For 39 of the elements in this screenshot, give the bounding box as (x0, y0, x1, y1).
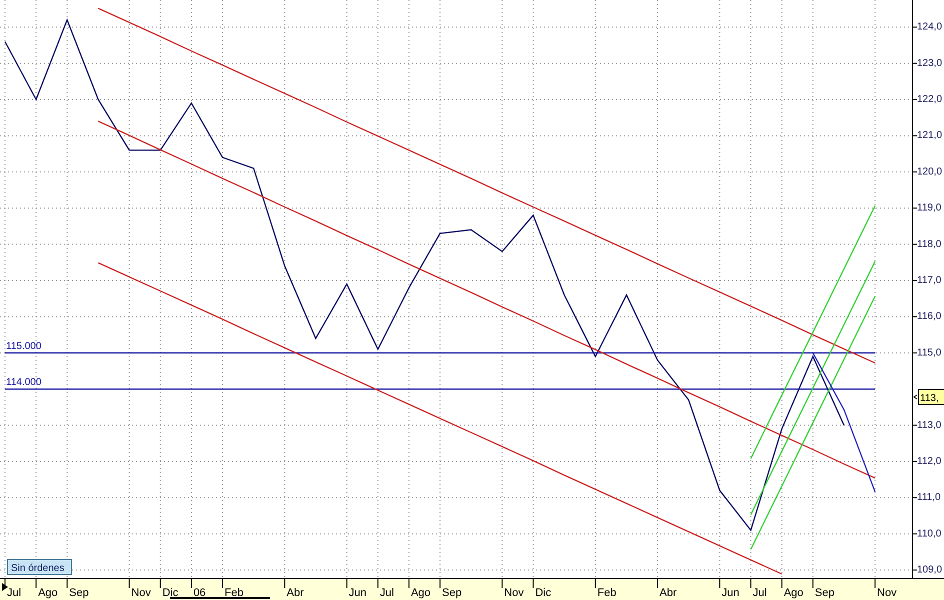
axis-label: Dic (162, 587, 178, 599)
level-label: 114.000 (6, 377, 42, 388)
axis-label: 116,0 (917, 311, 942, 322)
axis-label: Jul (380, 587, 394, 599)
axis-label: 110,0 (917, 528, 942, 540)
axis-label: 109,0 (917, 564, 942, 576)
axis-label: Feb (224, 587, 244, 599)
axis-label: 123,0 (917, 58, 942, 69)
axis-label: Jun (348, 587, 367, 599)
axis-label: Abr (286, 587, 304, 599)
axis-label: 122,0 (917, 94, 942, 106)
axis-label: Sep (69, 587, 89, 599)
axis-label: 120,0 (917, 166, 942, 178)
axis-label: 115,0 (917, 347, 942, 358)
axis-label: Feb (597, 587, 616, 599)
axis-label: 121,0 (917, 130, 942, 142)
axis-label: 118,0 (917, 238, 942, 250)
orders-badge: Sin órdenes (7, 559, 72, 575)
axis-label: Abr (660, 587, 677, 599)
axis-label: Nov (877, 587, 897, 599)
axis-label: Nov (504, 587, 524, 599)
axis-label: Ago (410, 587, 431, 599)
axis-label: Ago (784, 587, 804, 599)
axis-label: 119,0 (917, 202, 942, 214)
axis-label: 124,0 (917, 22, 942, 33)
axis-label: Jun (722, 587, 740, 599)
axis-label: Dic (535, 587, 552, 599)
axis-label: 06 (193, 587, 206, 599)
axis-label: 112,0 (917, 456, 942, 467)
axis-label: 113,0 (917, 420, 942, 431)
axis-label: Jul (752, 587, 767, 599)
axis-label: Nov (131, 587, 151, 599)
axis-label: Sep (814, 587, 834, 599)
axis-label: 111,0 (917, 492, 941, 504)
axis-label: Jul (7, 587, 22, 599)
axis-label: Sep (442, 587, 462, 599)
axis-label: Ago (38, 587, 58, 599)
axis-label: 117,0 (917, 275, 942, 286)
level-label: 115.000 (6, 340, 42, 352)
